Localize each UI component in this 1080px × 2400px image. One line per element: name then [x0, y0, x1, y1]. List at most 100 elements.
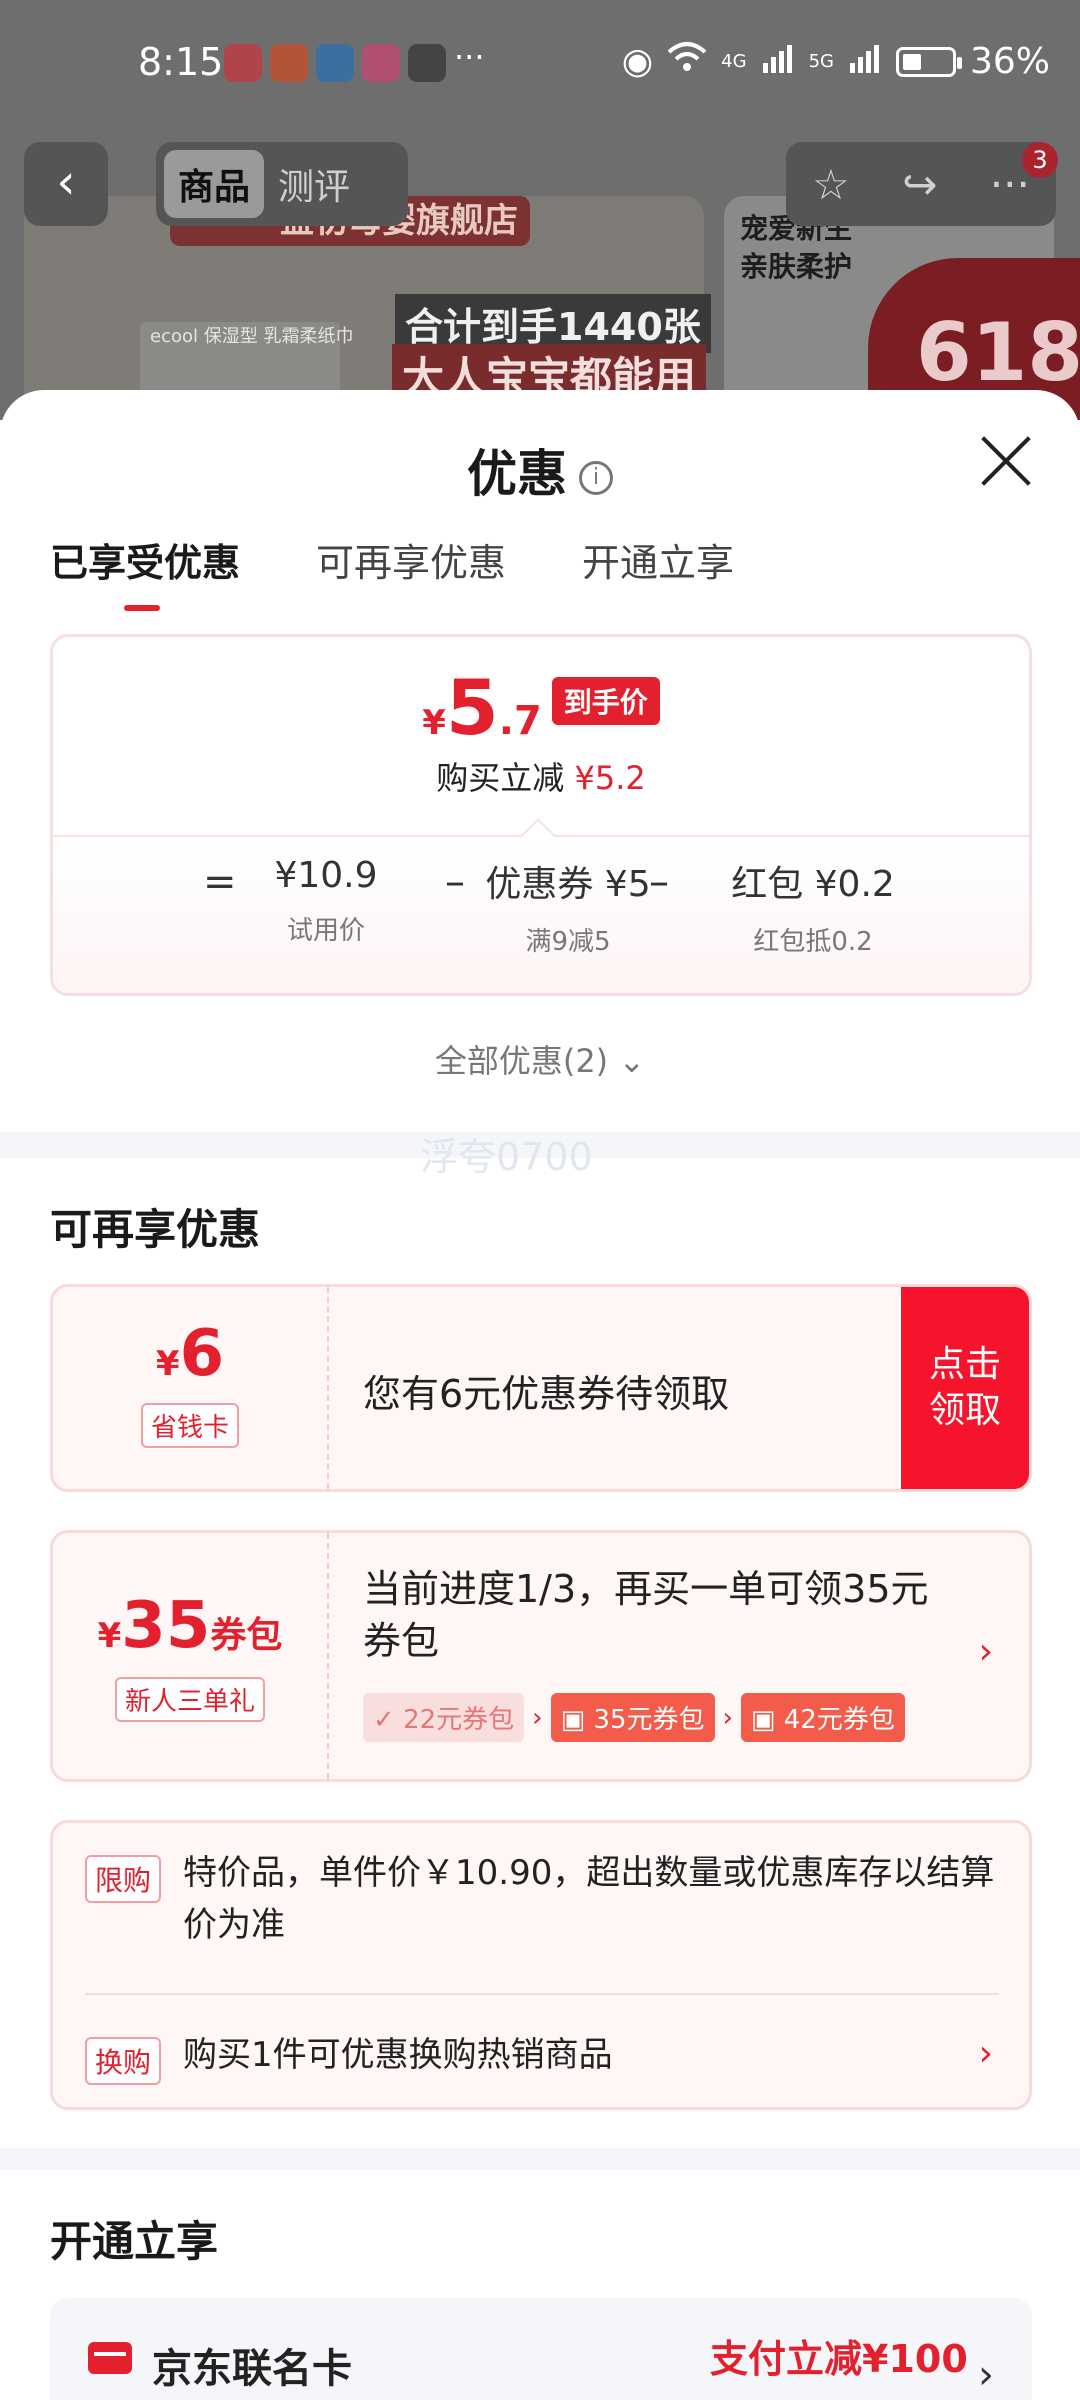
- chevron-right-icon: ›: [532, 1702, 543, 1733]
- pack-unit: 券包: [210, 1615, 283, 1656]
- formula-item-label: 满9减5: [525, 927, 611, 957]
- coupon-pack-amount: ¥35券包: [53, 1589, 327, 1663]
- close-button[interactable]: [976, 430, 1036, 490]
- saver-currency: ¥: [155, 1344, 180, 1384]
- chevron-right-icon: ›: [978, 2352, 994, 2398]
- product-tabs: 商品 测评: [156, 142, 408, 226]
- saver-tag-wrap: 省钱卡: [53, 1403, 327, 1448]
- claim-button-line-2: 领取: [928, 1390, 1001, 1431]
- saver-card-left: ¥6 省钱卡: [53, 1287, 329, 1489]
- all-discounts-toggle[interactable]: 全部优惠(2) ⌄: [0, 1036, 1080, 1082]
- pack-progress-steps: ✓ 22元券包 › ▣ 35元券包 › ▣ 42元券包: [363, 1693, 905, 1742]
- price-decimal: .7: [498, 698, 542, 744]
- favorite-star-icon[interactable]: ☆: [812, 160, 850, 209]
- tab-product[interactable]: 商品: [164, 150, 265, 218]
- tab-enjoyed-discounts[interactable]: 已享受优惠: [50, 532, 240, 611]
- chevron-right-icon[interactable]: ›: [979, 2033, 993, 2074]
- jd-card-name: 京东联名卡: [152, 2346, 352, 2392]
- step-label: 42元券包: [783, 1705, 895, 1735]
- wifi-icon: [667, 40, 707, 83]
- shopping-app-icon: [270, 44, 308, 82]
- formula-item-label: 红包抵0.2: [753, 927, 873, 957]
- jd-card-discount: 支付立减¥100: [710, 2337, 968, 2381]
- discount-tabs: 已享受优惠 可再享优惠 开通立享: [50, 532, 734, 611]
- saver-amount: ¥6: [53, 1317, 327, 1391]
- jd-card-offer[interactable]: 京东联名卡 支付立减¥100 ›: [50, 2298, 1032, 2400]
- info-icon[interactable]: i: [579, 460, 613, 495]
- sheet-title: 优惠: [467, 445, 567, 503]
- chevron-left-icon: ‹: [56, 154, 76, 210]
- claim-button-line-1: 点击: [928, 1344, 1001, 1385]
- formula-trial-price: ¥10.9 试用价: [241, 855, 411, 947]
- credit-card-icon: [88, 2342, 132, 2374]
- exchange-rule-text[interactable]: 购买1件可优惠换购热销商品: [183, 2029, 943, 2081]
- final-price: ¥5.7 到手价: [53, 663, 1029, 752]
- tab-more-discounts[interactable]: 可再享优惠: [316, 532, 506, 587]
- network-label-2: 5G: [808, 51, 834, 72]
- network-label-1: 4G: [721, 51, 747, 72]
- saver-card: ¥6 省钱卡 您有6元优惠券待领取 点击 领取: [50, 1284, 1032, 1492]
- tab-review[interactable]: 测评: [264, 150, 364, 218]
- coupon-pack-card[interactable]: ¥35券包 新人三单礼 当前进度1/3，再买一单可领35元券包 ✓ 22元券包 …: [50, 1530, 1032, 1782]
- status-right: ◉ 4G 5G 36%: [622, 40, 1050, 83]
- tab-open-enjoy[interactable]: 开通立享: [582, 532, 734, 587]
- step-chip: ▣ 35元券包: [550, 1693, 715, 1742]
- formula-item-label: 试用价: [286, 916, 365, 946]
- browser-app-icon: [316, 44, 354, 82]
- coupon-pack-left: ¥35券包 新人三单礼: [53, 1533, 329, 1779]
- price-summary-card: ¥5.7 到手价 购买立减 ¥5.2 = ¥10.9 试用价 – 优惠券 ¥5 满…: [50, 634, 1032, 996]
- chevron-right-icon: ›: [978, 1631, 993, 1672]
- limit-rule-text: 特价品，单件价￥10.90，超出数量或优惠库存以结算价为准: [183, 1853, 995, 1945]
- exchange-tag: 换购: [85, 2037, 162, 2085]
- limit-tag: 限购: [85, 1855, 162, 1903]
- status-time: 8:15: [138, 40, 224, 84]
- all-discounts-label: 全部优惠(2): [434, 1042, 609, 1080]
- price-integer: 5: [445, 663, 499, 752]
- saver-card-text: 您有6元优惠券待领取: [363, 1372, 730, 1416]
- step-label: 35元券包: [593, 1705, 705, 1735]
- check-circle-icon: ✓: [373, 1705, 395, 1735]
- lock-icon: ▣: [750, 1705, 776, 1735]
- status-bar: 8:15 ··· ◉ 4G 5G 36%: [0, 30, 1080, 100]
- back-button[interactable]: ‹: [24, 142, 108, 226]
- formula-item-value: ¥10.9: [274, 855, 378, 896]
- message-badge: 3: [1022, 142, 1058, 178]
- discount-sheet: 优惠 i 已享受优惠 可再享优惠 开通立享 ¥5.7 到手价 购买立减 ¥5.2 =…: [0, 390, 1080, 2400]
- instant-cut-value: ¥5.2: [574, 759, 646, 797]
- more-notifications-icon: ···: [454, 38, 485, 76]
- minus-sign: –: [649, 859, 669, 905]
- sheet-header: 优惠 i: [0, 434, 1080, 506]
- claim-button[interactable]: 点击 领取: [901, 1287, 1029, 1489]
- instant-cut: 购买立减 ¥5.2: [53, 753, 1029, 799]
- final-price-tag: 到手价: [551, 677, 660, 725]
- chevron-down-icon: ⌄: [618, 1042, 646, 1080]
- more-discounts-title: 可再享优惠: [50, 1205, 261, 1254]
- huawei-app-icon: [224, 44, 262, 82]
- notification-icons: [224, 44, 446, 82]
- step-chip-done: ✓ 22元券包: [363, 1693, 525, 1742]
- pack-value: 35: [121, 1589, 211, 1663]
- side-banner-line-2: 亲肤柔护: [740, 250, 853, 283]
- share-icon[interactable]: ↪: [902, 160, 937, 209]
- instant-cut-label: 购买立减: [436, 759, 565, 797]
- pack-tag-wrap: 新人三单礼: [53, 1677, 327, 1722]
- rules-divider: [85, 1993, 999, 1995]
- pack-progress-text: 当前进度1/3，再买一单可领35元券包: [363, 1567, 929, 1663]
- top-actions: ☆ ↪ ···: [786, 142, 1056, 226]
- step-label: 22元券包: [403, 1705, 515, 1735]
- section-divider: [0, 2148, 1080, 2170]
- saver-value: 6: [179, 1317, 225, 1391]
- price-currency: ¥: [422, 703, 446, 743]
- background-product-page: 益初母婴旗舰店 ecool 保湿型 乳霜柔纸巾 合计到手1440张 大人宝宝都能…: [0, 0, 1080, 420]
- step-chip: ▣ 42元券包: [740, 1693, 905, 1742]
- new-user-tag: 新人三单礼: [114, 1677, 265, 1722]
- signal-icon-2: [848, 41, 882, 82]
- saver-tag: 省钱卡: [140, 1403, 239, 1448]
- battery-level: 36%: [969, 41, 1050, 82]
- open-enjoy-title: 开通立享: [50, 2217, 219, 2266]
- eye-comfort-icon: ◉: [621, 41, 654, 82]
- qq-app-icon: [408, 44, 446, 82]
- lock-icon: ▣: [560, 1705, 586, 1735]
- formula-item-value: 红包 ¥0.2: [731, 864, 895, 905]
- pack-currency: ¥: [97, 1616, 122, 1656]
